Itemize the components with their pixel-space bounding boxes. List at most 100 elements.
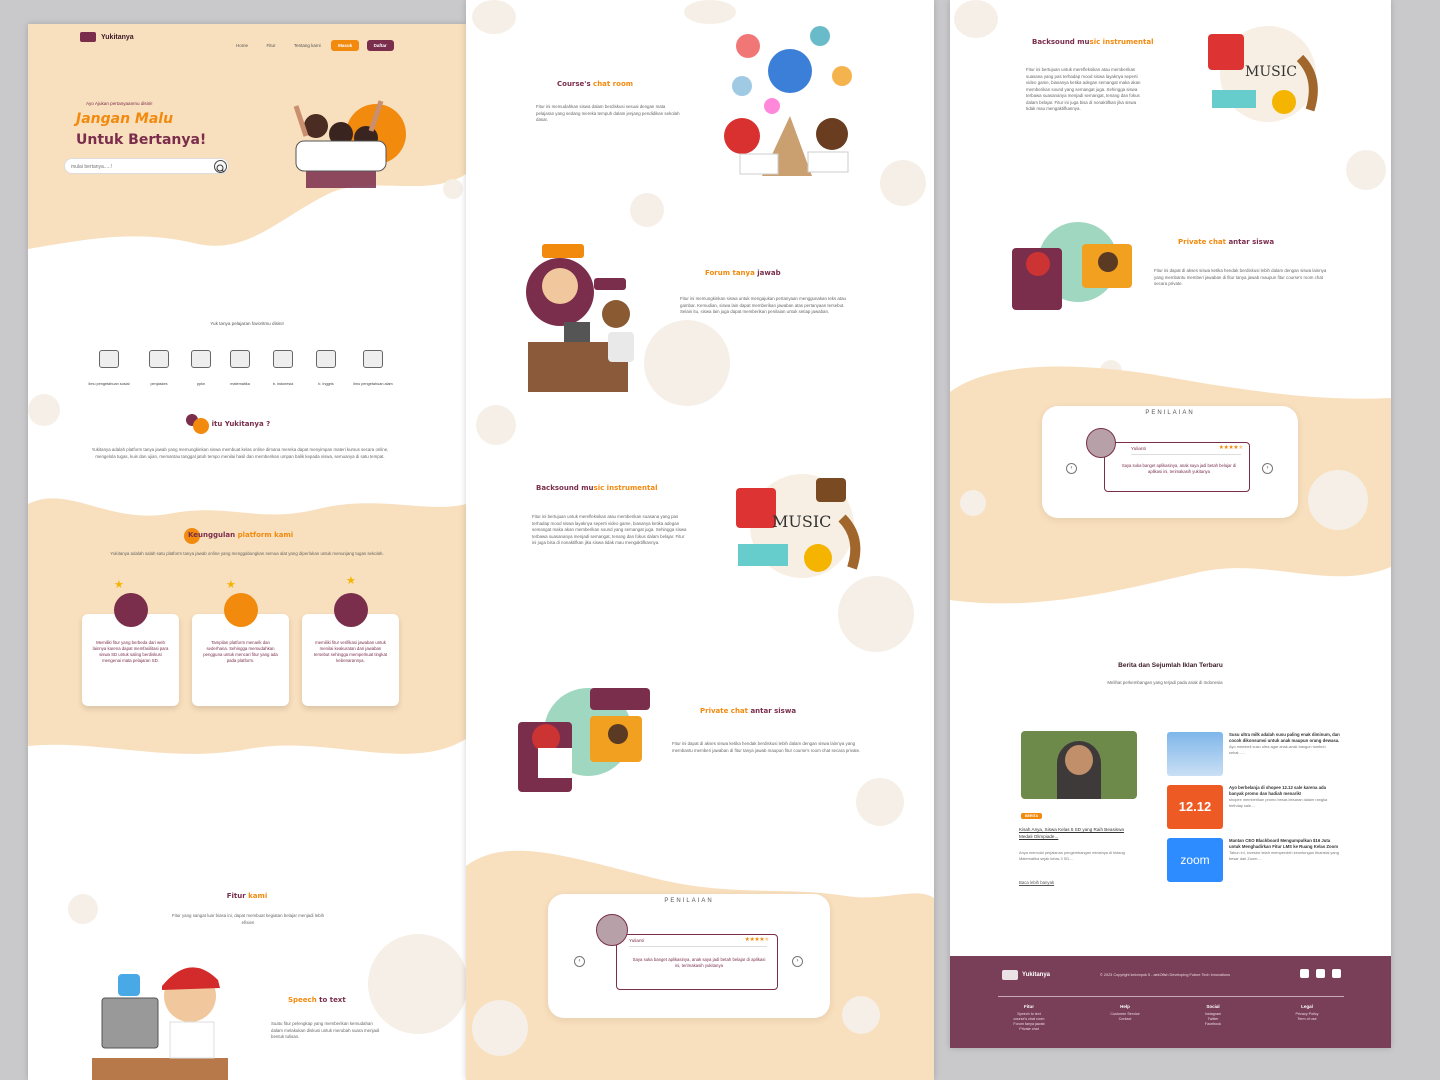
- review-next-arrow-icon[interactable]: ›: [792, 956, 803, 967]
- about-title: Apa itu Yukitanya ?: [194, 420, 271, 428]
- star-icon: ★: [346, 575, 356, 587]
- news-thumb-milk: [1167, 732, 1223, 776]
- student-avatar-icon: [224, 593, 258, 627]
- footer-col-help: Help Customer Service Contact: [1090, 1004, 1160, 1022]
- speech-to-text-illustration: [92, 967, 228, 1080]
- features-page: Course's chat room Fitur ini memudahkan …: [466, 0, 934, 1080]
- footer-link[interactable]: Contact: [1090, 1017, 1160, 1022]
- private-chat-illustration: [518, 688, 650, 792]
- sports-icon: [149, 350, 169, 368]
- backsound-feature-text: Fitur ini bertujuan untuk merefleksikan …: [1026, 67, 1141, 111]
- advantage-card: Tampilan platform menarik dan sederhana.…: [192, 614, 289, 706]
- search-input[interactable]: [71, 161, 201, 172]
- footer: Yukitanya © 2023 Copyright kelompok 5 - …: [950, 956, 1391, 1048]
- brand-name: Yukitanya: [101, 34, 134, 41]
- decor-dot: [472, 0, 516, 34]
- private-feature-text: Fitur ini dapat di akses siswa ketika he…: [672, 741, 861, 753]
- advantage-card: Memiliki fitur yang berbeda dari web lai…: [82, 614, 179, 706]
- music-label: MUSIC: [772, 512, 832, 531]
- decor-dot: [856, 778, 904, 826]
- course-chat-illustration: [724, 26, 852, 176]
- decor-dot: [1346, 150, 1386, 190]
- reviewer-avatar: [596, 914, 628, 946]
- hero-title-line1: Jangan Malu: [76, 111, 174, 127]
- private-chat-illustration: [1012, 222, 1132, 310]
- reviewer-avatar: [1086, 428, 1116, 458]
- search-icon[interactable]: [214, 160, 227, 173]
- advantage-card: memiliki fitur verifikasi jawaban untuk …: [302, 614, 399, 706]
- speech-feature-text: Suatu fitur pelengkap yang memberikan ke…: [271, 1021, 380, 1039]
- math-icon: [230, 350, 250, 368]
- register-button[interactable]: Daftar: [366, 40, 394, 51]
- footer-link[interactable]: Private chat: [994, 1027, 1064, 1032]
- landing-page-top: Yukitanya Home Fitur Tentang kami Masuk …: [28, 24, 466, 1080]
- course-feature-text: Fitur ini memudahkan siswa dalam berdisk…: [536, 104, 680, 122]
- decor-dot: [1308, 470, 1368, 530]
- footer-link[interactable]: Facebook: [1178, 1022, 1248, 1027]
- forum-illustration: [526, 244, 634, 392]
- news-item[interactable]: 12.12 Ayo berbelanja di shopee 12.12 sal…: [1167, 785, 1337, 829]
- news-thumb-zoom: zoom: [1167, 838, 1223, 882]
- decor-dot: [476, 405, 516, 445]
- advantages-text: Yukitanya adalah salah satu platform tan…: [110, 551, 384, 556]
- review-prev-arrow-icon[interactable]: ‹: [574, 956, 585, 967]
- footer-col-social: Social Instagram Twitter Facebook: [1178, 1004, 1248, 1027]
- decor-dot: [28, 394, 60, 426]
- read-more-link[interactable]: Baca lebih banyak: [1019, 880, 1054, 885]
- nav-home[interactable]: Home: [236, 43, 248, 48]
- news-main-headline[interactable]: Kisah Anya, Siswa Kelas 5 SD yang Raih B…: [1019, 826, 1137, 840]
- features-title: Fitur kami: [226, 892, 268, 900]
- review-text: Saya suka banget aplikasinya, anak saya …: [632, 957, 766, 968]
- footer-col-legal: Legal Privacy Policy Term of use: [1272, 1004, 1342, 1022]
- decor-dot: [472, 1000, 528, 1056]
- forum-feature-text: Fitur ini memungkinkan siswa untuk menga…: [680, 296, 846, 314]
- private-feature-title: Private chat antar siswa: [1178, 238, 1275, 246]
- top-nav: Home Fitur Tentang kami Masuk Daftar: [222, 34, 394, 52]
- decor-dot: [960, 490, 986, 516]
- nav-tentang-kami[interactable]: Tentang kami: [294, 43, 321, 48]
- reviewer-name: Yulianti: [629, 938, 644, 943]
- news-item[interactable]: zoom Mantan CEO Blackboard Mengumpulkan …: [1167, 838, 1339, 882]
- news-page: Backsound music instrumental Fitur ini b…: [950, 0, 1391, 1048]
- music-label: MUSIC: [1245, 64, 1297, 80]
- twitter-icon[interactable]: [1332, 969, 1341, 978]
- forum-feature-title: Forum tanya jawab: [705, 269, 781, 277]
- review-next-arrow-icon[interactable]: ›: [1262, 463, 1273, 474]
- reviewer-name: Yulianti: [1131, 446, 1146, 451]
- news-main-photo[interactable]: [1021, 731, 1137, 799]
- review-prev-arrow-icon[interactable]: ‹: [1066, 463, 1077, 474]
- backsound-feature-title: Backsound music instrumental: [536, 484, 658, 492]
- footer-copyright: © 2023 Copyright kelompok 5 - aekOfish D…: [1100, 973, 1230, 977]
- decor-dot: [443, 179, 463, 199]
- star-icon: ★: [226, 579, 236, 591]
- student-avatar-icon: [334, 593, 368, 627]
- news-title: Berita dan Sejumlah Iklan Terbaru: [1118, 662, 1223, 669]
- review-card: PENILAIAN Yulianti ★★★★★ Saya suka bange…: [1042, 406, 1298, 518]
- private-feature-title: Private chat antar siswa: [700, 707, 797, 715]
- civics-icon: [191, 350, 211, 368]
- hero-title-line2: Untuk Bertanya!: [76, 132, 207, 148]
- news-thumb-shopee: 12.12: [1167, 785, 1223, 829]
- news-item[interactable]: Susu ultra milk adalah susu paling enak …: [1167, 732, 1340, 776]
- subject-binggris[interactable]: b. inggris: [301, 350, 351, 390]
- review-heading: PENILAIAN: [664, 898, 714, 904]
- news-main-excerpt: Anya memulai perjalanan pengembangan min…: [1019, 850, 1125, 861]
- globe-icon: [99, 350, 119, 368]
- footer-brand-name: Yukitanya: [1022, 972, 1051, 978]
- decor-dot: [842, 996, 880, 1034]
- science-icon: [363, 350, 383, 368]
- subject-ipa[interactable]: ilmu pengetahuan alam: [348, 350, 398, 390]
- speech-feature-title: Speech to text: [288, 996, 346, 1004]
- instagram-icon[interactable]: [1316, 969, 1325, 978]
- footer-col-fitur: Fitur Speech to text course's chat room …: [994, 1004, 1064, 1032]
- subject-ips[interactable]: ilmu pengetahuan sosial: [84, 350, 134, 390]
- divider: [1131, 454, 1241, 455]
- backsound-feature-title: Backsound music instrumental: [1032, 38, 1154, 46]
- nav-fitur[interactable]: Fitur: [266, 43, 275, 48]
- course-feature-title: Course's chat room: [557, 80, 634, 88]
- backsound-feature-text: Fitur ini bertujuan untuk merefleksikan …: [532, 514, 687, 545]
- login-button[interactable]: Masuk: [331, 40, 360, 51]
- facebook-icon[interactable]: [1300, 969, 1309, 978]
- footer-link[interactable]: Term of use: [1272, 1017, 1342, 1022]
- review-box: Yulianti ★★★★★ Saya suka banget aplikasi…: [1104, 442, 1250, 492]
